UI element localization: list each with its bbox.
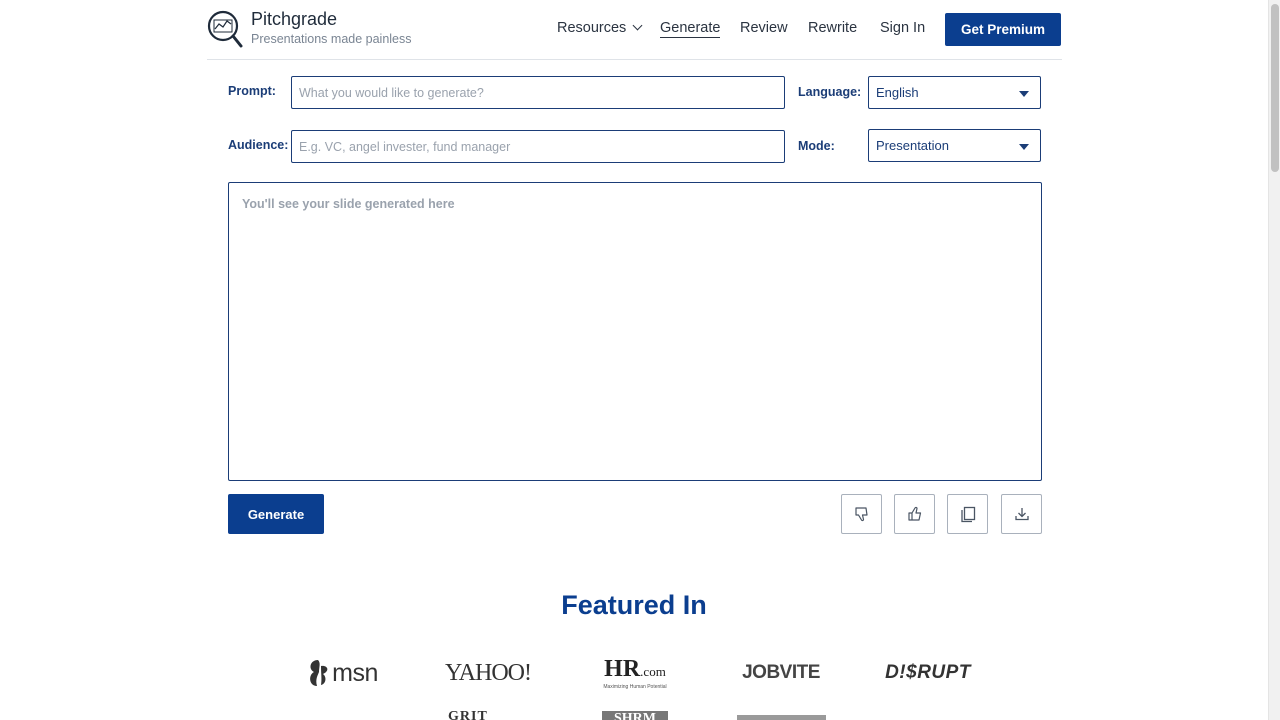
generate-button[interactable]: Generate (228, 494, 324, 534)
nav-resources[interactable]: Resources (557, 20, 643, 36)
featured-title: Featured In (561, 590, 707, 620)
msn-logo: msn (300, 654, 384, 692)
thumbs-down-icon (854, 507, 868, 522)
shrm-logo: SHRM (602, 711, 668, 720)
language-select[interactable]: English (868, 76, 1041, 109)
disrupt-logo: D!$RUPT (885, 662, 971, 683)
scrollbar-thumb[interactable] (1271, 4, 1279, 172)
thumbs-up-button[interactable] (894, 494, 935, 534)
language-value: English (876, 85, 919, 100)
get-premium-button[interactable]: Get Premium (945, 13, 1061, 46)
chevron-down-icon (632, 20, 643, 31)
brand-name[interactable]: Pitchgrade (251, 9, 337, 30)
hr-com-subtitle: Maximizing Human Potential (603, 683, 667, 690)
page-scrollbar[interactable] (1268, 0, 1280, 720)
download-button[interactable] (1001, 494, 1042, 534)
mode-label: Mode: (798, 139, 835, 153)
hr-com-suffix: .com (640, 663, 666, 679)
prompt-input[interactable] (291, 76, 785, 109)
nav-sign-in[interactable]: Sign In (880, 20, 925, 36)
prompt-label: Prompt: (228, 84, 276, 98)
hr-com-logo: HR.com Maximizing Human Potential (596, 655, 674, 691)
butterfly-icon (310, 660, 328, 686)
yahoo-logo: YAHOO! (445, 659, 532, 686)
jobvite-logo: JOBVITE (742, 662, 820, 683)
brand-tagline: Presentations made painless (251, 32, 412, 46)
caret-down-icon (1019, 144, 1029, 150)
download-icon (1014, 508, 1029, 521)
thumbs-up-icon (907, 506, 921, 521)
site-header: Pitchgrade Presentations made painless R… (207, 0, 1062, 60)
audience-label: Audience: (228, 138, 289, 152)
nav-rewrite[interactable]: Rewrite (808, 20, 857, 36)
copy-button[interactable] (947, 494, 988, 534)
output-placeholder: You'll see your slide generated here (242, 197, 455, 211)
nav-review[interactable]: Review (740, 20, 788, 36)
featured-logo-partial (737, 715, 826, 720)
msn-wordmark: msn (332, 658, 378, 687)
caret-down-icon (1019, 91, 1029, 97)
audience-input[interactable] (291, 130, 785, 163)
nav-resources-label: Resources (557, 20, 627, 36)
grit-daily-logo: GRIT DAILY (448, 710, 488, 720)
nav-generate[interactable]: Generate (660, 20, 721, 38)
magnifier-chart-icon[interactable] (207, 10, 243, 48)
slide-output-area[interactable]: You'll see your slide generated here (228, 182, 1042, 481)
mode-value: Presentation (876, 138, 949, 153)
copy-icon (960, 506, 975, 523)
language-label: Language: (798, 85, 862, 99)
thumbs-down-button[interactable] (841, 494, 882, 534)
hr-com-wordmark: HR (604, 655, 641, 682)
mode-select[interactable]: Presentation (868, 129, 1041, 162)
